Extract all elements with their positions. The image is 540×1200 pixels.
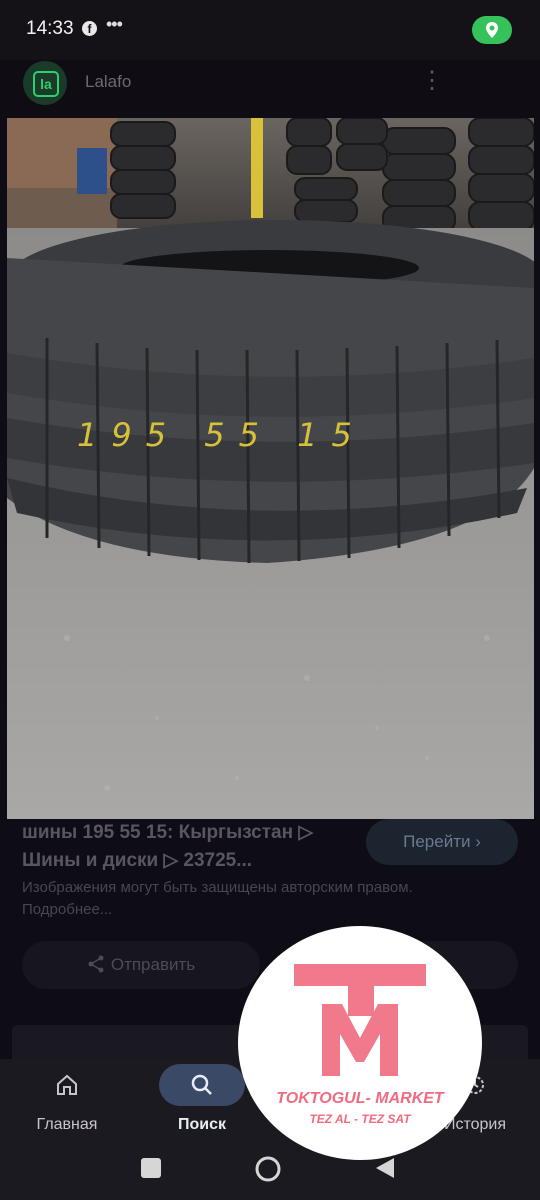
more-notifications-icon: ••• (106, 14, 123, 34)
lalafo-logo-icon: la (33, 71, 59, 97)
toktogul-market-watermark: TOKTOGUL- MARKET TEZ AL - TEZ SAT (238, 926, 482, 1160)
source-name[interactable]: Lalafo (85, 72, 131, 92)
share-button[interactable]: Отправить (22, 941, 260, 989)
copyright-notice[interactable]: Изображения могут быть защищены авторски… (22, 877, 422, 921)
search-icon (191, 1074, 212, 1095)
tm-logo-icon (294, 964, 426, 1076)
back-triangle-icon[interactable] (374, 1156, 396, 1180)
nav-home[interactable]: Главная (17, 1059, 117, 1140)
tire-photo[interactable]: 195 55 15 (7, 118, 534, 819)
tire-size-marking: 195 55 15 (77, 416, 366, 454)
nav-search[interactable]: Поиск (152, 1059, 252, 1140)
system-navigation-bar (0, 1140, 540, 1200)
image-viewer-header: la Lalafo ⋮ (0, 60, 540, 118)
recent-apps-icon[interactable] (141, 1158, 161, 1178)
status-time: 14:33 (26, 18, 74, 39)
source-logo[interactable]: la (23, 61, 67, 105)
result-title[interactable]: шины 195 55 15: Кыргызстан ▷ Шины и диск… (22, 819, 352, 875)
watermark-slogan: TEZ AL - TEZ SAT (309, 1112, 411, 1126)
go-to-site-button[interactable]: Перейти › (366, 819, 518, 865)
status-bar: 14:33 f ••• (0, 0, 540, 60)
location-indicator-icon (472, 16, 512, 44)
share-label: Отправить (110, 955, 196, 974)
nav-home-label: Главная (36, 1116, 98, 1133)
watermark-brand: TOKTOGUL- MARKET (276, 1090, 444, 1107)
share-icon (88, 955, 104, 973)
more-vert-icon[interactable]: ⋮ (420, 66, 444, 95)
home-icon (57, 1074, 77, 1095)
home-circle-icon[interactable] (254, 1155, 282, 1183)
facebook-icon: f (82, 21, 97, 36)
nav-search-label: Поиск (177, 1116, 226, 1133)
